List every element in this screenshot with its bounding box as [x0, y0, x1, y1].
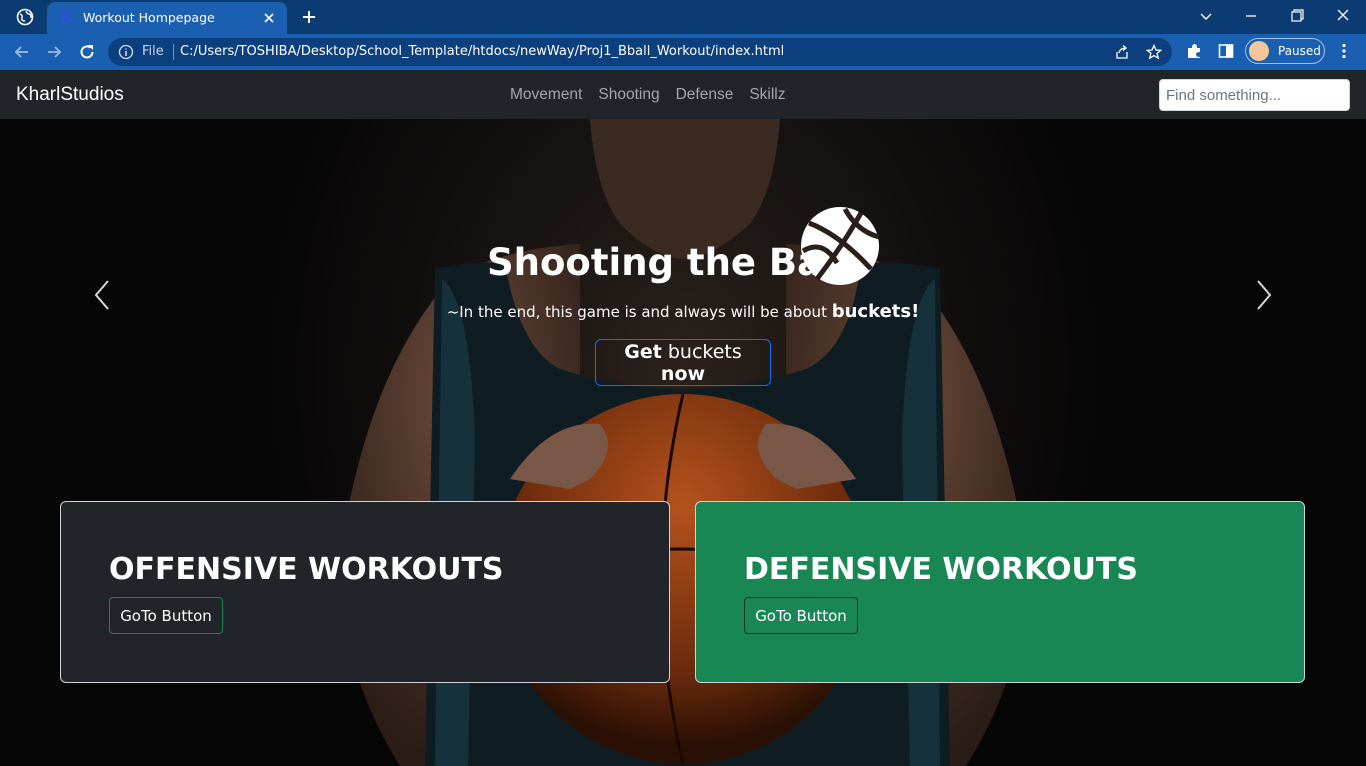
- forward-arrow-icon[interactable]: [44, 42, 64, 62]
- defensive-goto-button[interactable]: GoTo Button: [744, 597, 858, 634]
- puzzle-extensions-icon[interactable]: [1185, 42, 1203, 60]
- hero-button-part2: buckets: [661, 341, 742, 363]
- address-bar[interactable]: File C:/Users/TOSHIBA/Desktop/School_Tem…: [108, 38, 1172, 66]
- browser-tab-active[interactable]: K Workout Hompepage: [47, 2, 287, 34]
- offensive-workouts-card: OFFENSIVE WORKOUTS GoTo Button: [60, 501, 670, 683]
- url-text[interactable]: C:/Users/TOSHIBA/Desktop/School_Template…: [180, 44, 784, 59]
- globe-icon[interactable]: [16, 8, 34, 26]
- hero-caption: Shooting the Ball ~In the end, this game…: [0, 207, 1366, 322]
- hero-subtitle: ~In the end, this game is and always wil…: [0, 301, 1366, 322]
- star-bookmark-icon[interactable]: [1145, 43, 1163, 60]
- close-icon[interactable]: [261, 10, 277, 26]
- browser-toolbar: File C:/Users/TOSHIBA/Desktop/School_Tem…: [0, 34, 1366, 70]
- browser-tabstrip: K Workout Hompepage: [0, 0, 1366, 34]
- menu-kebab-icon[interactable]: [1336, 42, 1352, 60]
- profile-button[interactable]: Paused: [1245, 38, 1325, 64]
- nav-link-skillz[interactable]: Skillz: [749, 86, 785, 104]
- basketball-icon: [801, 207, 880, 285]
- search-input[interactable]: [1159, 79, 1350, 111]
- hero-subtitle-emphasis: buckets!: [831, 301, 920, 322]
- new-tab-plus-icon[interactable]: [300, 8, 318, 26]
- card-title: OFFENSIVE WORKOUTS: [109, 552, 504, 587]
- avatar: [1249, 41, 1269, 61]
- nav-menu: Movement Shooting Defense Skillz: [510, 86, 785, 104]
- offensive-goto-button[interactable]: GoTo Button: [109, 597, 223, 634]
- site-navbar: KharlStudios Movement Shooting Defense S…: [0, 70, 1366, 119]
- tab-title: Workout Hompepage: [83, 10, 215, 25]
- tab-search-chevron-icon[interactable]: [1195, 6, 1217, 26]
- nav-link-shooting[interactable]: Shooting: [598, 86, 659, 104]
- nav-link-defense[interactable]: Defense: [676, 86, 734, 104]
- defensive-workouts-card: DEFENSIVE WORKOUTS GoTo Button: [695, 501, 1305, 683]
- profile-status: Paused: [1278, 44, 1321, 58]
- back-arrow-icon[interactable]: [12, 42, 32, 62]
- share-icon[interactable]: [1114, 44, 1130, 60]
- restore-icon[interactable]: [1286, 6, 1308, 26]
- info-icon[interactable]: [118, 44, 134, 60]
- hero-button-part3: now: [660, 363, 706, 385]
- hero-carousel: Shooting the Ball ~In the end, this game…: [0, 119, 1366, 766]
- get-buckets-button[interactable]: Get buckets now: [595, 339, 771, 386]
- file-scheme-label: File: [142, 44, 164, 59]
- brand-logo[interactable]: KharlStudios: [16, 84, 124, 106]
- hero-button-part1: Get: [624, 341, 662, 363]
- hero-title: Shooting the Ball: [487, 241, 848, 284]
- minimize-icon[interactable]: [1240, 6, 1262, 26]
- k-favicon-icon: K: [59, 7, 75, 28]
- hero-subtitle-text: ~In the end, this game is and always wil…: [446, 303, 832, 321]
- window-close-icon[interactable]: [1332, 6, 1354, 26]
- nav-link-movement[interactable]: Movement: [510, 86, 582, 104]
- card-title: DEFENSIVE WORKOUTS: [744, 552, 1138, 587]
- side-panel-icon[interactable]: [1217, 42, 1235, 60]
- divider: [173, 44, 174, 60]
- reload-icon[interactable]: [77, 42, 97, 62]
